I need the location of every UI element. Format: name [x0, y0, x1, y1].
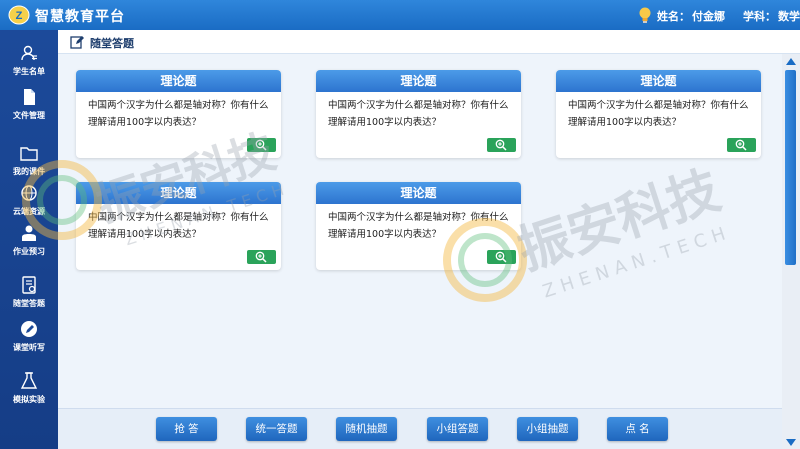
- question-text: 中国两个汉字为什么都是轴对称？你有什么理解请用100字以内表达？: [328, 100, 509, 128]
- sidebar-item-dictation[interactable]: 课堂听写: [0, 312, 58, 362]
- flask-icon: [20, 372, 38, 389]
- sidebar: 学生名单 文件管理 我的课件 云端资源 作业预习 随堂答题 课堂听写 模拟实验: [0, 30, 58, 449]
- random-question-button[interactable]: 随机抽题: [336, 417, 397, 441]
- scroll-down-icon[interactable]: [786, 439, 796, 446]
- sidebar-item-label: 文件管理: [13, 111, 45, 120]
- quiz-icon: [22, 276, 36, 294]
- edit-icon: [70, 36, 84, 49]
- zoom-in-icon: [495, 251, 507, 263]
- question-type: 理论题: [76, 70, 281, 92]
- question-type: 理论题: [316, 70, 521, 92]
- zoom-in-icon: [495, 139, 507, 151]
- roll-call-button[interactable]: 点 名: [607, 417, 668, 441]
- question-card[interactable]: 理论题 中国两个汉字为什么都是轴对称？你有什么理解请用100字以内表达？: [316, 70, 521, 158]
- lightbulb-icon: [639, 7, 651, 23]
- unified-answer-button[interactable]: 统一答题: [246, 417, 307, 441]
- user-info: 姓名： 付金娜 学科： 数学: [657, 8, 800, 24]
- quick-answer-button[interactable]: 抢 答: [156, 417, 217, 441]
- question-text: 中国两个汉字为什么都是轴对称？你有什么理解请用100字以内表达？: [88, 212, 269, 240]
- sidebar-item-student-list[interactable]: 学生名单: [0, 36, 58, 86]
- zoom-in-icon: [255, 139, 267, 151]
- zoom-button[interactable]: [727, 138, 756, 152]
- app-title: 智慧教育平台: [35, 9, 125, 25]
- question-card[interactable]: 理论题 中国两个汉字为什么都是轴对称？你有什么理解请用100字以内表达？: [316, 182, 521, 270]
- sidebar-item-label: 学生名单: [13, 67, 45, 76]
- group-draw-button[interactable]: 小组抽题: [517, 417, 578, 441]
- question-card[interactable]: 理论题 中国两个汉字为什么都是轴对称？你有什么理解请用100字以内表达？: [76, 70, 281, 158]
- name-label: 姓名：: [657, 10, 690, 23]
- question-text: 中国两个汉字为什么都是轴对称？你有什么理解请用100字以内表达？: [568, 100, 749, 128]
- sidebar-item-homework[interactable]: 作业预习: [0, 216, 58, 266]
- sidebar-item-label: 课堂听写: [13, 343, 45, 352]
- question-card[interactable]: 理论题 中国两个汉字为什么都是轴对称？你有什么理解请用100字以内表达？: [76, 182, 281, 270]
- zoom-button[interactable]: [247, 138, 276, 152]
- question-text: 中国两个汉字为什么都是轴对称？你有什么理解请用100字以内表达？: [88, 100, 269, 128]
- question-card[interactable]: 理论题 中国两个汉字为什么都是轴对称？你有什么理解请用100字以内表达？: [556, 70, 761, 158]
- page-title: 随堂答题: [90, 37, 134, 50]
- cloud-globe-icon: [21, 185, 37, 201]
- zoom-button[interactable]: [247, 250, 276, 264]
- zoom-button[interactable]: [487, 250, 516, 264]
- dictation-icon: [21, 321, 37, 337]
- sidebar-item-label: 作业预习: [13, 247, 45, 256]
- zoom-in-icon: [255, 251, 267, 263]
- question-type: 理论题: [556, 70, 761, 92]
- vertical-scrollbar[interactable]: [782, 54, 800, 449]
- sidebar-item-label: 随堂答题: [13, 299, 45, 308]
- question-grid: 理论题 中国两个汉字为什么都是轴对称？你有什么理解请用100字以内表达？ 理论题…: [58, 54, 782, 408]
- file-icon: [24, 89, 35, 105]
- name-value: 付金娜: [692, 10, 725, 23]
- question-type: 理论题: [316, 182, 521, 204]
- folder-icon: [20, 147, 38, 161]
- svg-text:Z: Z: [16, 10, 23, 22]
- scroll-thumb[interactable]: [785, 70, 796, 265]
- sidebar-item-quiz[interactable]: 随堂答题: [0, 268, 58, 318]
- logo-icon: Z: [8, 5, 30, 25]
- scroll-up-icon[interactable]: [786, 58, 796, 65]
- group-answer-button[interactable]: 小组答题: [427, 417, 488, 441]
- sidebar-item-label: 模拟实验: [13, 395, 45, 404]
- homework-icon: [22, 225, 36, 241]
- question-type: 理论题: [76, 182, 281, 204]
- student-list-icon: [21, 45, 37, 61]
- content-header: 随堂答题: [58, 30, 800, 54]
- zoom-button[interactable]: [487, 138, 516, 152]
- action-bar: 抢 答 统一答题 随机抽题 小组答题 小组抽题 点 名: [58, 408, 782, 449]
- top-bar: Z 智慧教育平台 姓名： 付金娜 学科： 数学: [0, 0, 800, 30]
- zoom-in-icon: [735, 139, 747, 151]
- subject-value: 数学: [778, 10, 800, 23]
- subject-label: 学科：: [743, 10, 776, 23]
- sidebar-item-file-management[interactable]: 文件管理: [0, 80, 58, 130]
- question-text: 中国两个汉字为什么都是轴对称？你有什么理解请用100字以内表达？: [328, 212, 509, 240]
- sidebar-item-simulation[interactable]: 模拟实验: [0, 364, 58, 414]
